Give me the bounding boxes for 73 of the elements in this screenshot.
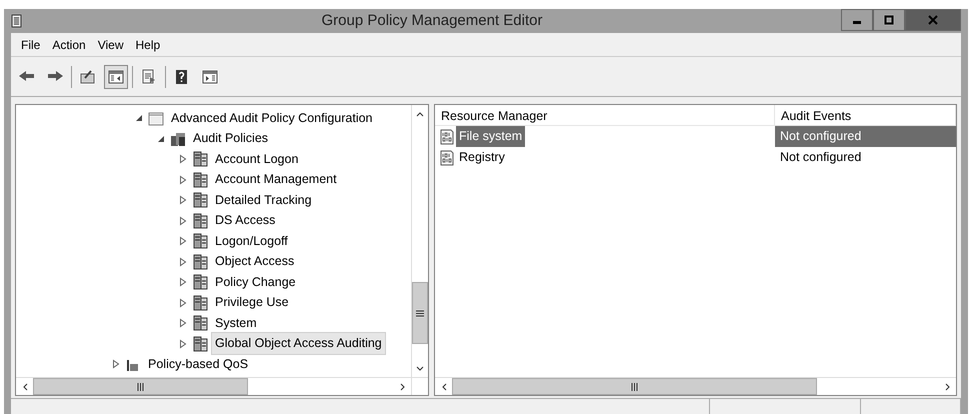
menu-item[interactable]: Action (46, 36, 92, 54)
expand-triangle-icon[interactable] (111, 359, 121, 370)
expand-triangle-icon[interactable] (178, 338, 188, 349)
chevron-left-icon (440, 382, 446, 390)
policy-category-icon (192, 294, 208, 311)
table-cell[interactable]: Not configured (775, 126, 956, 147)
column-header[interactable]: Audit Events (775, 105, 956, 125)
expand-triangle-icon[interactable] (178, 174, 188, 185)
tree-item[interactable]: DS Access (211, 209, 280, 232)
collapse-triangle-icon[interactable] (156, 134, 166, 144)
expand-triangle-icon[interactable] (178, 256, 188, 267)
chevron-right-icon (944, 382, 950, 390)
tree-item[interactable]: Account Management (211, 168, 341, 192)
toolbar-button[interactable] (104, 64, 128, 88)
policy-category-icon (192, 151, 208, 168)
tree-item[interactable]: System (211, 312, 261, 335)
scrollbar-thumb[interactable] (33, 378, 248, 395)
expand-triangle-icon[interactable] (178, 236, 188, 246)
expand-triangle-icon[interactable] (178, 195, 188, 206)
window-title: Group Policy Management Editor (320, 10, 544, 31)
expand-triangle-icon[interactable] (178, 318, 188, 328)
scrollbar-thumb[interactable] (452, 378, 817, 395)
tree-item[interactable]: Policy Change (211, 270, 300, 294)
minimize-button[interactable] (841, 9, 873, 31)
collapse-triangle-icon[interactable] (134, 113, 144, 124)
table-cell[interactable]: Not configured (775, 147, 956, 168)
expand-triangle-icon[interactable] (178, 298, 188, 308)
column-header[interactable]: Resource Manager (435, 105, 775, 125)
chevron-down-icon (416, 366, 424, 372)
app-icon (11, 14, 23, 28)
policy-category-icon (192, 192, 208, 208)
binary-file-icon (439, 150, 455, 166)
maximize-button[interactable] (873, 9, 905, 31)
tree-item[interactable]: Audit Policies (189, 127, 272, 150)
action-pane-icon (201, 68, 219, 86)
policy-category-icon (192, 254, 208, 270)
policy-category-icon (192, 172, 208, 188)
menu-item[interactable]: View (92, 36, 130, 54)
policy-category-icon (192, 233, 208, 250)
tree-item[interactable]: Policy-based QoS (144, 352, 252, 376)
scrollbar-thumb[interactable] (412, 282, 428, 344)
policy-category-icon (192, 212, 208, 229)
grip-icon (416, 310, 424, 316)
tree-item[interactable]: Object Access (211, 250, 298, 274)
table-cell[interactable]: Registry (456, 147, 508, 168)
binary-file-icon (439, 128, 455, 144)
chevron-right-icon (400, 382, 406, 390)
policy-category-icon (192, 274, 208, 290)
tree-item[interactable]: Detailed Tracking (211, 188, 316, 212)
maximize-icon (884, 15, 894, 25)
tree-item[interactable]: Privilege Use (211, 291, 293, 314)
close-button[interactable] (905, 9, 961, 31)
close-icon (928, 15, 938, 25)
tree-item[interactable]: Global Object Access Auditing (211, 332, 386, 356)
chevron-left-icon (22, 382, 28, 390)
policy-icon (170, 130, 186, 147)
pane-toggle-icon (107, 68, 125, 86)
menu-item[interactable]: Help (130, 36, 166, 54)
policy-category-icon (192, 315, 208, 332)
folder-arrow-icon (79, 68, 97, 86)
expand-triangle-icon[interactable] (178, 154, 188, 164)
tree-item[interactable]: Logon/Logoff (211, 230, 292, 253)
grip-icon (137, 382, 144, 390)
folder-icon (148, 110, 164, 126)
policy-category-icon (192, 336, 208, 352)
chevron-up-icon (416, 110, 424, 116)
menu-item[interactable]: File (15, 36, 46, 54)
expand-triangle-icon[interactable] (178, 277, 188, 288)
grip-icon (631, 382, 638, 390)
expand-triangle-icon[interactable] (178, 216, 188, 226)
tree-item[interactable]: Account Logon (211, 148, 302, 171)
table-cell[interactable]: File system (456, 126, 526, 147)
tree-item[interactable]: Advanced Audit Policy Configuration (167, 106, 377, 130)
